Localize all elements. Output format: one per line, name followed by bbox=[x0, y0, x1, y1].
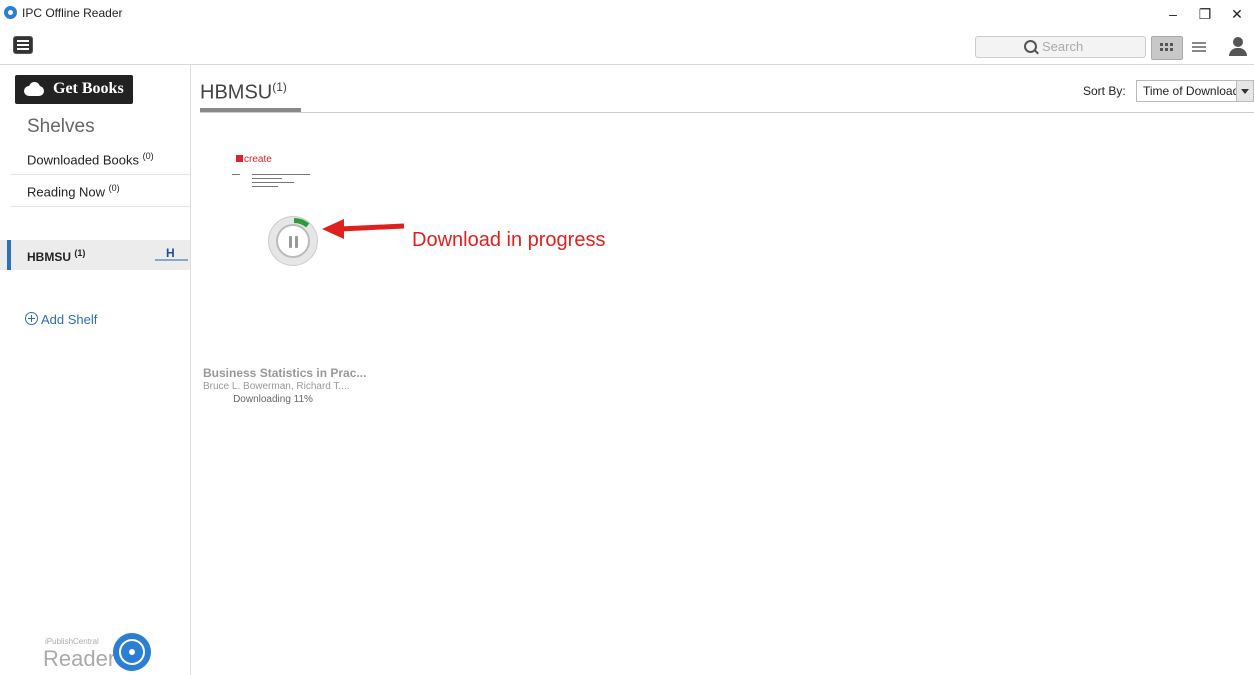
annotation-arrow bbox=[322, 219, 405, 239]
toolbar: Search bbox=[0, 28, 1254, 65]
get-books-button[interactable]: Get Books bbox=[15, 75, 133, 104]
cover-brand: create bbox=[236, 154, 272, 165]
sidebar-item-count: (0) bbox=[108, 183, 120, 193]
search-placeholder: Search bbox=[1042, 39, 1084, 54]
cloud-download-icon bbox=[24, 82, 44, 96]
active-indicator bbox=[7, 240, 11, 270]
sidebar: Get Books Shelves Downloaded Books (0) R… bbox=[0, 65, 191, 675]
close-button[interactable]: ✕ bbox=[1222, 3, 1252, 25]
sort-select[interactable]: Time of Download bbox=[1136, 80, 1254, 102]
download-progress-ring[interactable] bbox=[268, 216, 318, 266]
sidebar-item-label: Reading Now bbox=[27, 184, 106, 200]
shelves-title: Shelves bbox=[27, 116, 95, 137]
create-logo-icon bbox=[236, 155, 243, 162]
sidebar-item-downloaded-books[interactable]: Downloaded Books (0) bbox=[0, 143, 190, 175]
chevron-down-icon bbox=[1236, 81, 1253, 101]
get-books-label: Get Books bbox=[53, 80, 124, 97]
shelf-logo: H bbox=[155, 246, 188, 264]
shelf-count: (1) bbox=[272, 80, 287, 94]
search-icon bbox=[1024, 40, 1037, 53]
sidebar-item-count: (1) bbox=[74, 248, 86, 258]
annotation-text: Download in progress bbox=[412, 229, 606, 251]
add-shelf-label: Add Shelf bbox=[41, 312, 98, 327]
plus-circle-icon bbox=[25, 312, 38, 325]
user-icon[interactable] bbox=[1229, 37, 1247, 57]
sort-by-label: Sort By: bbox=[1083, 84, 1126, 98]
pause-icon bbox=[276, 224, 310, 258]
shelf-name: HBMSU bbox=[200, 81, 273, 104]
brand-small-text: iPublishCentral bbox=[45, 637, 99, 646]
sidebar-item-hbmsu[interactable]: HBMSU (1) H bbox=[0, 240, 190, 270]
divider bbox=[10, 206, 190, 207]
page-title: HBMSU(1) bbox=[200, 80, 287, 105]
sidebar-item-count: (0) bbox=[142, 151, 154, 161]
reader-brand: iPublishCentral Reader bbox=[43, 629, 158, 675]
sidebar-item-label: Downloaded Books bbox=[27, 152, 140, 168]
brand-logo-icon bbox=[113, 633, 151, 671]
brand-big-text: Reader bbox=[43, 646, 116, 671]
header-divider bbox=[200, 112, 1254, 113]
sidebar-item-label: HBMSU bbox=[27, 250, 71, 264]
add-shelf-button[interactable]: Add Shelf bbox=[25, 312, 97, 327]
restore-button[interactable]: ❐ bbox=[1190, 3, 1220, 25]
menu-icon[interactable] bbox=[13, 36, 33, 54]
window-title: IPC Offline Reader bbox=[22, 6, 123, 20]
minimize-button[interactable]: – bbox=[1158, 3, 1188, 25]
list-view-icon[interactable] bbox=[1184, 36, 1214, 58]
grid-view-icon[interactable] bbox=[1151, 36, 1183, 60]
book-author: Bruce L. Bowerman, Richard T.... bbox=[203, 381, 350, 392]
sidebar-item-reading-now[interactable]: Reading Now (0) bbox=[0, 175, 190, 207]
download-status: Downloading 11% bbox=[233, 394, 313, 405]
title-bar: IPC Offline Reader – ❐ ✕ bbox=[0, 0, 1254, 28]
search-input[interactable]: Search bbox=[975, 36, 1146, 58]
book-title[interactable]: Business Statistics in Prac... bbox=[203, 366, 366, 380]
app-logo-icon bbox=[4, 6, 17, 19]
sort-value: Time of Download bbox=[1143, 84, 1240, 98]
